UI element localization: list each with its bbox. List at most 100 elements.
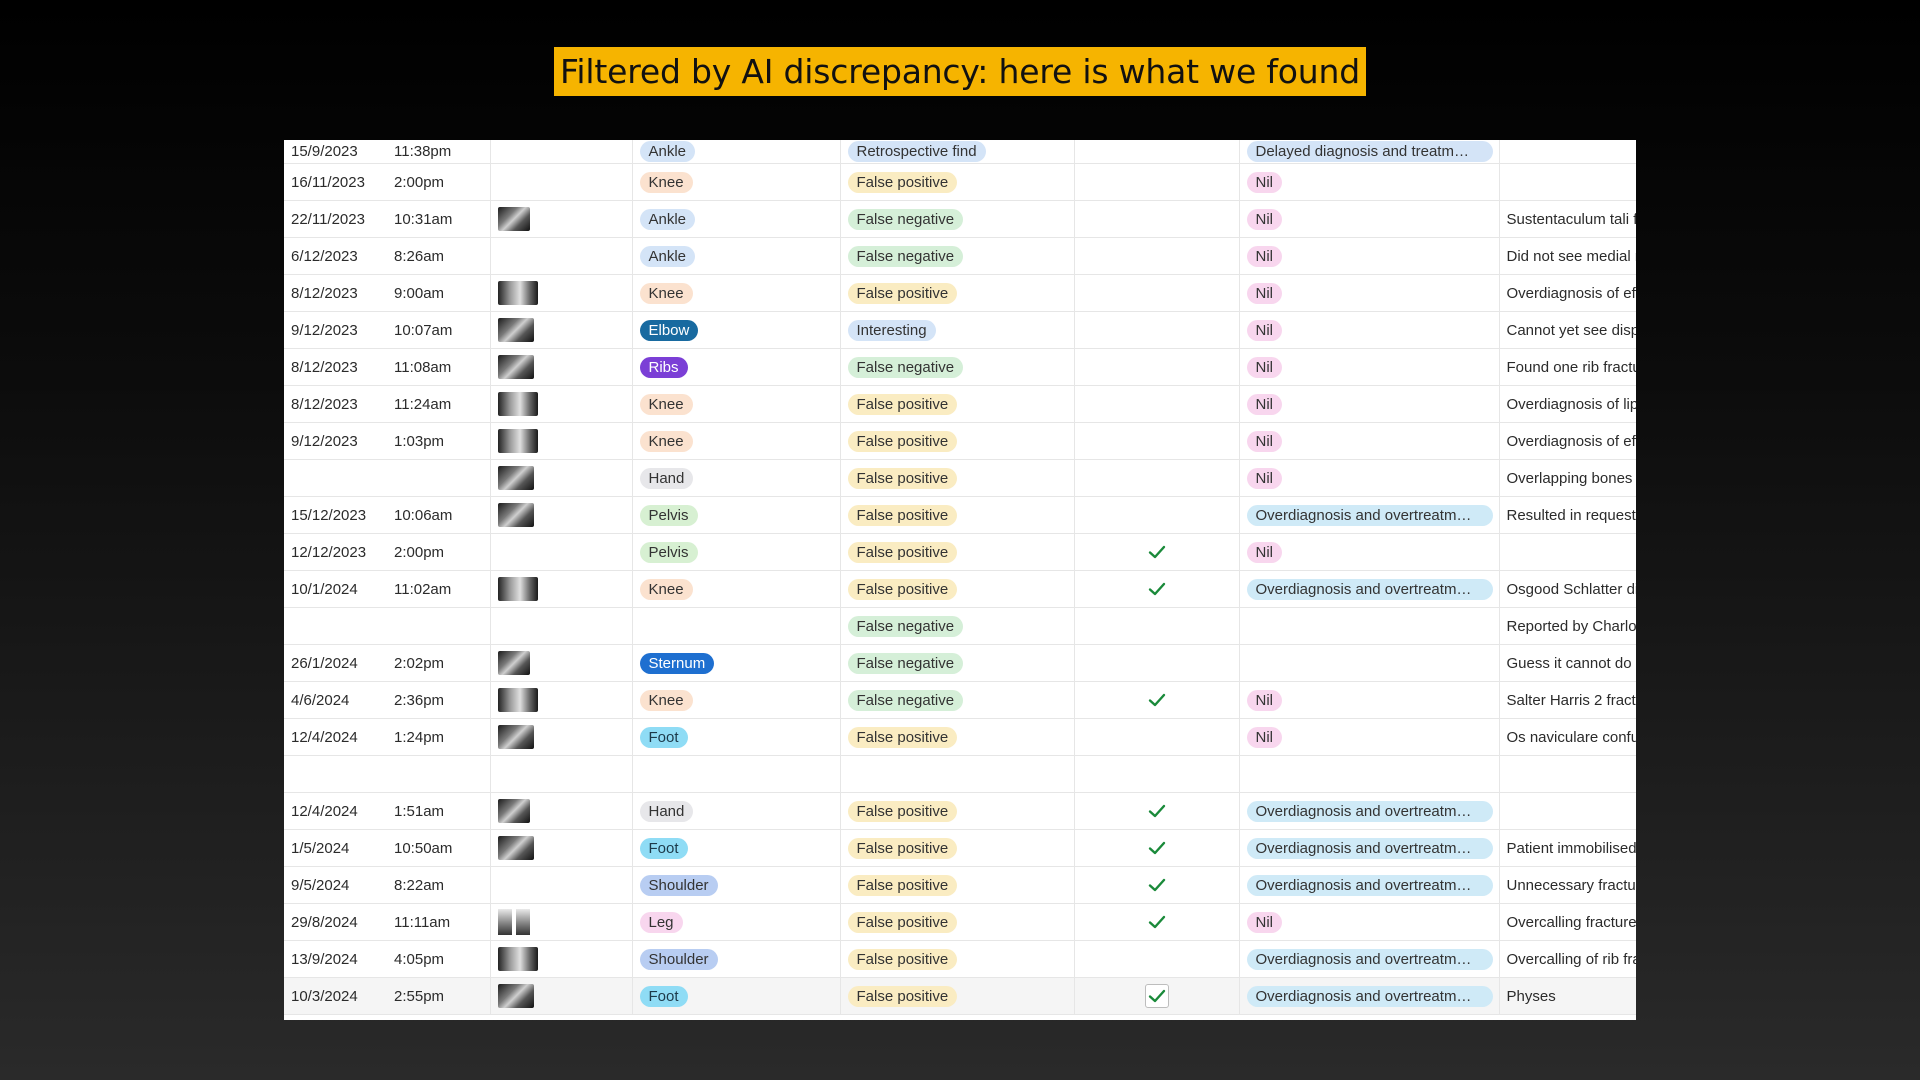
notes-cell[interactable]: Did not see medial malleolus [1499, 237, 1636, 275]
reviewed-checkbox-cell[interactable] [1074, 829, 1240, 867]
reviewed-checkbox-cell[interactable] [1074, 607, 1240, 645]
body-region-cell[interactable]: Shoulder [632, 866, 841, 904]
body-region-cell[interactable]: Pelvis [632, 496, 841, 534]
discrepancy-type-cell[interactable]: False positive [840, 829, 1075, 867]
time-cell[interactable]: 11:24am [387, 385, 491, 423]
image-cell[interactable] [490, 829, 633, 867]
date-cell[interactable]: 8/12/2023 [284, 385, 387, 423]
date-cell[interactable]: 9/12/2023 [284, 422, 387, 460]
harm-cell[interactable]: Nil [1239, 311, 1500, 349]
xray-thumbnail[interactable] [497, 503, 534, 527]
time-cell[interactable]: 2:00pm [387, 163, 491, 201]
table-row[interactable]: 26/1/2024 2:02pm Sternum False negative Gues… [284, 644, 1636, 682]
time-cell[interactable]: 2:00pm [387, 533, 491, 571]
xray-thumbnail[interactable] [497, 909, 530, 935]
xray-thumbnail[interactable] [497, 947, 538, 971]
notes-cell[interactable]: Reported by Charlotte [1499, 607, 1636, 645]
time-cell[interactable]: 2:36pm [387, 681, 491, 719]
image-cell[interactable] [490, 237, 633, 275]
discrepancy-type-cell[interactable]: False positive [840, 385, 1075, 423]
image-cell[interactable] [490, 607, 633, 645]
reviewed-checkbox-cell[interactable] [1074, 570, 1240, 608]
image-cell[interactable] [490, 385, 633, 423]
table-row[interactable]: 8/12/2023 9:00am Knee False positive Nil Over… [284, 274, 1636, 312]
notes-cell[interactable]: Physes [1499, 977, 1636, 1015]
table-row[interactable] [284, 755, 1636, 793]
discrepancy-type-cell[interactable]: False positive [840, 163, 1075, 201]
harm-cell[interactable]: Nil [1239, 422, 1500, 460]
harm-cell[interactable]: Nil [1239, 533, 1500, 571]
image-cell[interactable] [490, 140, 633, 164]
discrepancy-type-cell[interactable]: False positive [840, 422, 1075, 460]
discrepancy-type-cell[interactable]: False positive [840, 718, 1075, 756]
date-cell[interactable]: 22/11/2023 [284, 200, 387, 238]
image-cell[interactable] [490, 792, 633, 830]
reviewed-checkbox-cell[interactable] [1074, 348, 1240, 386]
discrepancy-type-cell[interactable] [840, 755, 1075, 793]
date-cell[interactable]: 12/4/2024 [284, 718, 387, 756]
xray-thumbnail[interactable] [497, 392, 538, 416]
xray-thumbnail[interactable] [497, 799, 530, 823]
harm-cell[interactable]: Nil [1239, 348, 1500, 386]
time-cell[interactable] [387, 459, 491, 497]
body-region-cell[interactable]: Knee [632, 570, 841, 608]
reviewed-checkbox-cell[interactable] [1074, 681, 1240, 719]
discrepancy-type-cell[interactable]: False positive [840, 459, 1075, 497]
date-cell[interactable]: 15/12/2023 [284, 496, 387, 534]
date-cell[interactable]: 8/12/2023 [284, 348, 387, 386]
table-row[interactable]: 29/8/2024 11:11am Leg False positive Nil Over… [284, 903, 1636, 941]
reviewed-checkbox-cell[interactable] [1074, 459, 1240, 497]
reviewed-checkbox-cell[interactable] [1074, 140, 1240, 164]
date-cell[interactable]: 15/9/2023 [284, 140, 387, 164]
discrepancy-type-cell[interactable]: False positive [840, 792, 1075, 830]
body-region-cell[interactable]: Elbow [632, 311, 841, 349]
date-cell[interactable]: 26/1/2024 [284, 644, 387, 682]
reviewed-checkbox[interactable] [1144, 984, 1169, 1008]
notes-cell[interactable] [1499, 533, 1636, 571]
body-region-cell[interactable]: Foot [632, 829, 841, 867]
time-cell[interactable]: 4:05pm [387, 940, 491, 978]
table-row[interactable]: 16/11/2023 2:00pm Knee False positive Nil [284, 163, 1636, 201]
xray-thumbnail[interactable] [497, 688, 538, 712]
table-row[interactable]: 15/12/2023 10:06am Pelvis False positive Ove… [284, 496, 1636, 534]
notes-cell[interactable]: Cannot yet see displacement [1499, 311, 1636, 349]
table-row[interactable]: 8/12/2023 11:24am Knee False positive Nil Ove… [284, 385, 1636, 423]
date-cell[interactable]: 10/3/2024 [284, 977, 387, 1015]
image-cell[interactable] [490, 718, 633, 756]
discrepancy-type-cell[interactable]: False positive [840, 866, 1075, 904]
harm-cell[interactable]: Overdiagnosis and overtreatm… [1239, 866, 1500, 904]
notes-cell[interactable]: Overlapping bones [1499, 459, 1636, 497]
discrepancy-type-cell[interactable]: False negative [840, 348, 1075, 386]
table-row[interactable]: 8/12/2023 11:08am Ribs False negative Nil Fou… [284, 348, 1636, 386]
xray-thumbnail[interactable] [497, 836, 534, 860]
harm-cell[interactable]: Nil [1239, 718, 1500, 756]
table-row[interactable]: 22/11/2023 10:31am Ankle False negative Nil S… [284, 200, 1636, 238]
harm-cell[interactable]: Delayed diagnosis and treatm… [1239, 140, 1500, 164]
date-cell[interactable]: 10/1/2024 [284, 570, 387, 608]
discrepancy-type-cell[interactable]: False negative [840, 237, 1075, 275]
body-region-cell[interactable]: Ribs [632, 348, 841, 386]
date-cell[interactable] [284, 607, 387, 645]
body-region-cell[interactable]: Ankle [632, 237, 841, 275]
notes-cell[interactable]: Sustentaculum tali fracture [1499, 200, 1636, 238]
image-cell[interactable] [490, 866, 633, 904]
reviewed-checkbox-cell[interactable] [1074, 866, 1240, 904]
table-row[interactable]: Hand False positive Nil Overlapping bones [284, 459, 1636, 497]
body-region-cell[interactable]: Knee [632, 422, 841, 460]
body-region-cell[interactable] [632, 607, 841, 645]
discrepancy-type-cell[interactable]: Interesting [840, 311, 1075, 349]
discrepancy-type-cell[interactable]: False positive [840, 977, 1075, 1015]
table-row[interactable]: 13/9/2024 4:05pm Shoulder False positive Ove… [284, 940, 1636, 978]
xray-thumbnail[interactable] [497, 281, 538, 305]
discrepancy-type-cell[interactable]: False positive [840, 496, 1075, 534]
image-cell[interactable] [490, 644, 633, 682]
body-region-cell[interactable]: Foot [632, 977, 841, 1015]
image-cell[interactable] [490, 570, 633, 608]
time-cell[interactable]: 2:55pm [387, 977, 491, 1015]
discrepancy-type-cell[interactable]: False positive [840, 940, 1075, 978]
time-cell[interactable]: 1:03pm [387, 422, 491, 460]
time-cell[interactable]: 10:07am [387, 311, 491, 349]
body-region-cell[interactable]: Hand [632, 792, 841, 830]
time-cell[interactable]: 11:08am [387, 348, 491, 386]
time-cell[interactable]: 10:50am [387, 829, 491, 867]
